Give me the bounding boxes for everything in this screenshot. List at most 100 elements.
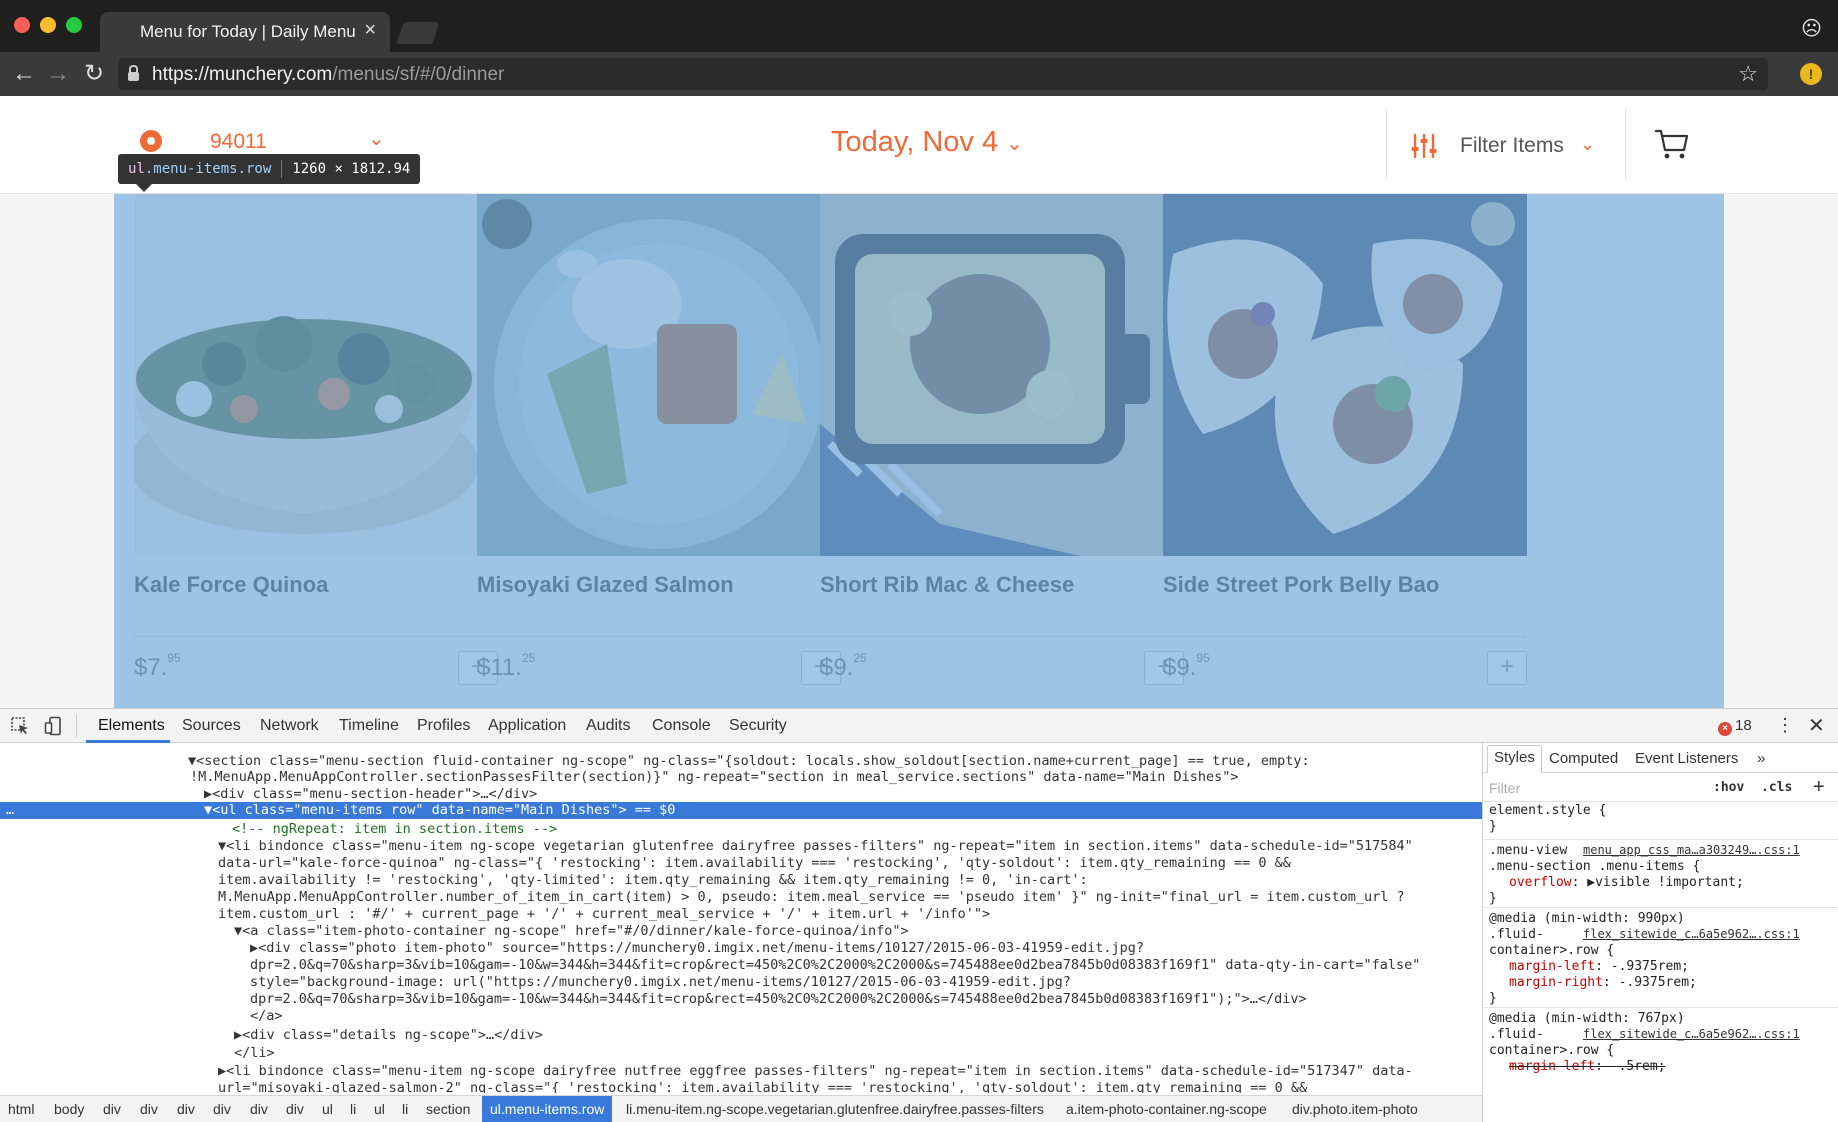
dom-node-line[interactable]: url="misoyaki-glazed-salmon-2" ng-class=… — [218, 1080, 1307, 1093]
url-text[interactable]: https://munchery.com/menus/sf/#/0/dinner — [152, 64, 504, 86]
breadcrumb-item[interactable]: li — [402, 1101, 408, 1117]
new-rule-icon[interactable]: + — [1813, 776, 1825, 799]
css-source-link[interactable]: menu_app_css_ma…a303249….css:1 — [1583, 843, 1800, 857]
breadcrumb-item[interactable]: ul — [322, 1101, 333, 1117]
dom-comment-line[interactable]: <!-- ngRepeat: item in section.items --> — [232, 821, 557, 838]
tab-network[interactable]: Network — [260, 717, 319, 735]
styles-filter-input[interactable]: Filter :hov .cls + — [1483, 774, 1838, 802]
tab-security[interactable]: Security — [729, 717, 787, 735]
item-name[interactable]: Misoyaki Glazed Salmon — [477, 572, 734, 598]
window-zoom-button[interactable] — [66, 17, 82, 33]
dom-node-line[interactable]: data-url="kale-force-quinoa" ng-class="{… — [218, 855, 1291, 872]
item-name[interactable]: Side Street Pork Belly Bao — [1163, 572, 1439, 598]
css-selector[interactable]: element.style { — [1489, 803, 1606, 819]
item-name[interactable]: Kale Force Quinoa — [134, 572, 328, 598]
food-photo-misoyaki-salmon[interactable] — [477, 194, 841, 556]
css-declaration[interactable]: margin-left: -.9375rem; — [1509, 959, 1689, 975]
css-declaration[interactable]: margin-right: -.9375rem; — [1509, 975, 1697, 991]
css-selector[interactable]: .fluid- — [1489, 927, 1544, 943]
tab-elements[interactable]: Elements — [98, 717, 165, 735]
tab-sources[interactable]: Sources — [182, 717, 241, 735]
dom-node-line[interactable]: </li> — [234, 1045, 275, 1062]
bookmark-star-icon[interactable]: ☆ — [1738, 61, 1758, 87]
menu-item-card[interactable]: Side Street Pork Belly Bao $9.95 + — [1143, 194, 1527, 708]
close-devtools-icon[interactable]: ✕ — [1808, 713, 1825, 738]
more-options-icon[interactable]: ⋮ — [1776, 715, 1794, 736]
css-selector[interactable]: .menu-section .menu-items { — [1489, 859, 1700, 875]
breadcrumb-item[interactable]: li — [350, 1101, 356, 1117]
breadcrumb-item[interactable]: div — [213, 1101, 231, 1117]
tab-close-icon[interactable]: × — [364, 19, 376, 42]
css-source-link[interactable]: flex_sitewide_c…6a5e962….css:1 — [1583, 927, 1800, 941]
dom-node-line[interactable]: style="background-image: url("https://mu… — [250, 974, 1071, 991]
dom-node-line[interactable]: dpr=2.0&q=70&sharp=3&vib=10&gam=-10&w=34… — [250, 957, 1420, 974]
window-close-button[interactable] — [14, 17, 30, 33]
breadcrumb-item[interactable]: body — [54, 1101, 84, 1117]
breadcrumb-item[interactable]: div — [177, 1101, 195, 1117]
breadcrumb-item[interactable]: div — [286, 1101, 304, 1117]
error-counter[interactable]: × 18 — [1718, 717, 1752, 736]
dom-node-line[interactable]: ▼<li bindonce class="menu-item ng-scope … — [218, 838, 1413, 855]
dom-node-line[interactable]: ▶<li bindonce class="menu-item ng-scope … — [218, 1063, 1413, 1080]
breadcrumb-item[interactable]: div — [103, 1101, 121, 1117]
address-bar[interactable]: https://munchery.com/menus/sf/#/0/dinner… — [118, 58, 1768, 90]
inspect-element-icon[interactable] — [10, 716, 30, 736]
extension-icon[interactable]: ! — [1800, 63, 1822, 85]
menu-item-card[interactable]: Short Rib Mac & Cheese $9.25 + — [800, 194, 1184, 708]
window-minimize-button[interactable] — [40, 17, 56, 33]
dom-node-line[interactable]: ▶<div class="photo item-photo" source="h… — [250, 940, 1144, 957]
menu-item-card[interactable]: Kale Force Quinoa $7.95 + — [114, 194, 498, 708]
cart-icon[interactable] — [1654, 126, 1690, 162]
css-declaration[interactable]: overflow: ▶visible !important; — [1509, 875, 1744, 891]
dom-node-line[interactable]: M.MenuApp.MenuAppController.number_of_it… — [218, 889, 1405, 906]
dom-node-selected[interactable]: … ▼<ul class="menu-items row" data-name="… — [0, 802, 1482, 819]
tab-console[interactable]: Console — [652, 717, 711, 735]
tab-styles[interactable]: Styles — [1487, 745, 1542, 773]
dom-node-line[interactable]: ▼<a class="item-photo-container ng-scope… — [234, 923, 909, 940]
incognito-profile-icon[interactable]: ☹ — [1801, 16, 1822, 41]
breadcrumb-item[interactable]: section — [426, 1101, 470, 1117]
tab-computed[interactable]: Computed — [1549, 750, 1618, 767]
filter-sliders-icon[interactable] — [1410, 132, 1438, 160]
breadcrumb-item[interactable]: div — [250, 1101, 268, 1117]
css-selector[interactable]: .fluid- — [1489, 1027, 1544, 1043]
tab-event-listeners[interactable]: Event Listeners — [1635, 750, 1738, 767]
breadcrumb-item[interactable]: div — [140, 1101, 158, 1117]
item-name[interactable]: Short Rib Mac & Cheese — [820, 572, 1074, 598]
more-tabs-icon[interactable]: » — [1757, 750, 1765, 767]
dom-node-line[interactable]: </a> — [250, 1008, 283, 1025]
forward-arrow-icon[interactable]: → — [46, 60, 70, 88]
tab-timeline[interactable]: Timeline — [339, 717, 399, 735]
chevron-down-icon[interactable]: ⌄ — [1580, 134, 1595, 155]
tab-application[interactable]: Application — [488, 717, 566, 735]
food-photo-kale-quinoa[interactable] — [134, 194, 498, 556]
food-photo-short-rib-mac[interactable] — [820, 194, 1184, 556]
reload-icon[interactable]: ↻ — [84, 60, 104, 88]
css-selector[interactable]: container>.row { — [1489, 943, 1614, 959]
css-selector[interactable]: .menu-view — [1489, 843, 1567, 859]
dom-node-line[interactable]: item.availability != 'restocking', 'qty-… — [218, 872, 1088, 889]
tab-profiles[interactable]: Profiles — [417, 717, 470, 735]
browser-tab[interactable]: Menu for Today | Daily Menu | × — [100, 12, 390, 52]
breadcrumb-item[interactable]: ul — [374, 1101, 385, 1117]
css-source-link[interactable]: flex_sitewide_c…6a5e962….css:1 — [1583, 1027, 1800, 1041]
dom-node-line[interactable]: ▶<div class="menu-section-header">…</div… — [204, 786, 537, 803]
breadcrumb-item[interactable]: html — [8, 1101, 34, 1117]
date-selector[interactable]: Today, Nov 4 ⌄ — [831, 126, 1023, 159]
dom-node-line[interactable]: item.custom_url : '#/' + current_page + … — [218, 906, 990, 923]
hover-state-toggle[interactable]: :hov — [1713, 780, 1744, 795]
breadcrumb-item[interactable]: div.photo.item-photo — [1292, 1101, 1418, 1117]
breadcrumb-item[interactable]: li.menu-item.ng-scope.vegetarian.glutenf… — [626, 1101, 1044, 1117]
filter-items-label[interactable]: Filter Items — [1460, 134, 1564, 158]
css-selector[interactable]: container>.row { — [1489, 1043, 1614, 1059]
breadcrumb-item[interactable]: a.item-photo-container.ng-scope — [1066, 1101, 1267, 1117]
back-arrow-icon[interactable]: ← — [12, 60, 36, 88]
new-tab-button[interactable] — [396, 22, 440, 44]
tab-audits[interactable]: Audits — [586, 717, 630, 735]
breadcrumb-item-active[interactable]: ul.menu-items.row — [482, 1096, 613, 1122]
add-to-cart-button[interactable]: + — [1487, 651, 1527, 685]
dom-node-line[interactable]: !M.MenuApp.MenuAppController.sectionPass… — [190, 769, 1238, 786]
dom-node-line[interactable]: dpr=2.0&q=70&sharp=3&vib=10&gam=-10&w=34… — [250, 991, 1307, 1008]
food-photo-pork-belly-bao[interactable] — [1163, 194, 1527, 556]
dom-node-line[interactable]: ▼<section class="menu-section fluid-cont… — [188, 753, 1310, 770]
